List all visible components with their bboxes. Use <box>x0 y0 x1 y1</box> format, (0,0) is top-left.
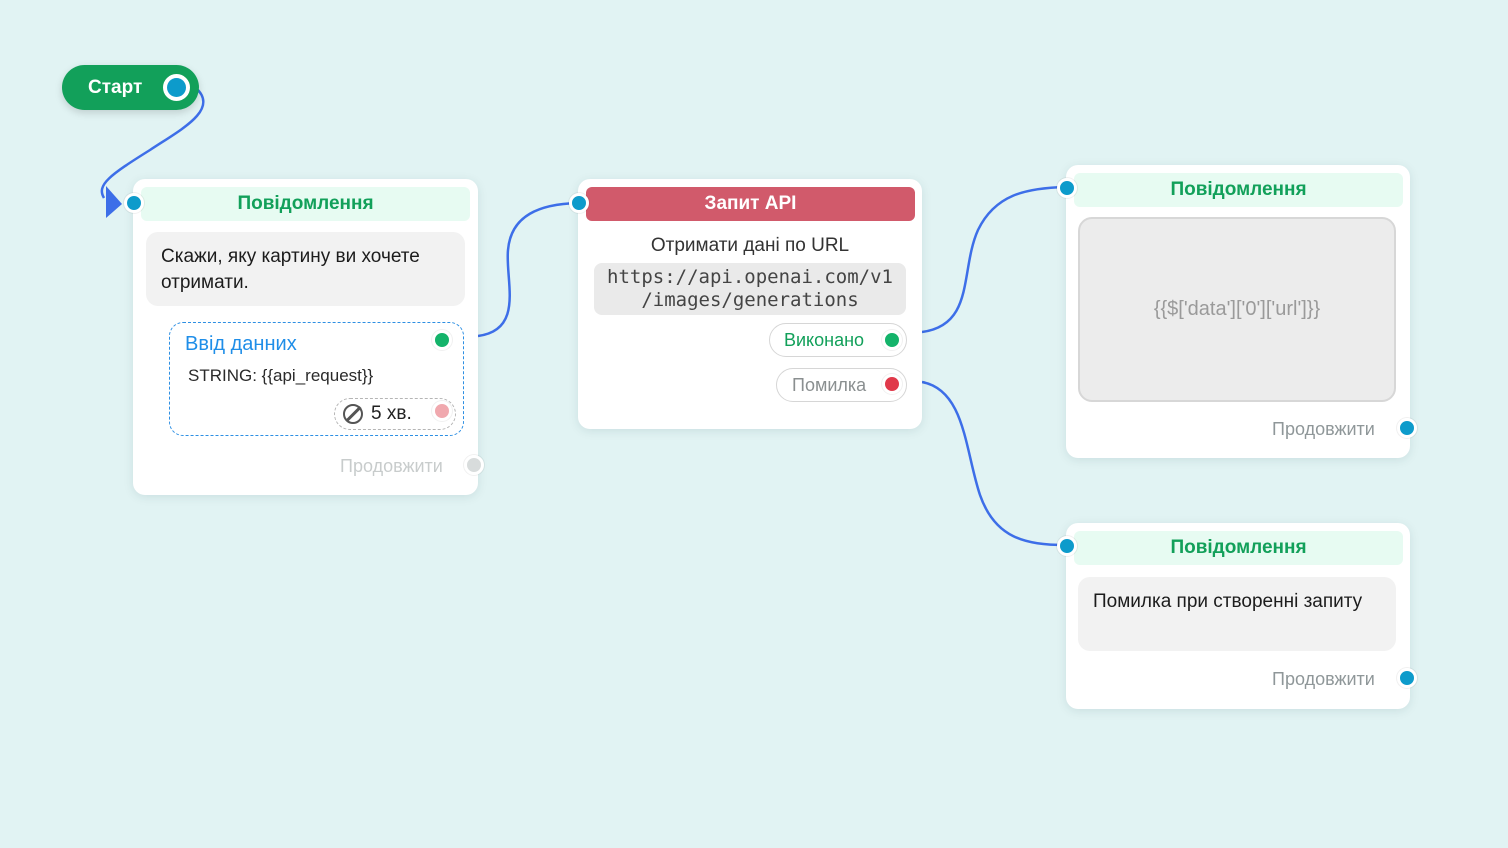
input-variable: STRING: {{api_request}} <box>188 366 374 385</box>
input-success-connector[interactable] <box>432 330 452 350</box>
timeout-value: 5 хв. <box>371 403 412 424</box>
continue-label: Продовжити <box>340 456 443 476</box>
start-label: Старт <box>88 76 143 98</box>
message-bubble: Скажи, яку картину ви хочете отримати. <box>146 232 465 306</box>
done-label: Виконано <box>784 329 865 350</box>
start-output-connector[interactable] <box>163 74 190 101</box>
continue-connector[interactable] <box>1397 668 1417 688</box>
wire-done-to-message2 <box>921 185 1067 334</box>
api-url-line2: /images/generations <box>641 289 859 311</box>
timeout-connector[interactable] <box>432 401 452 421</box>
no-entry-icon <box>343 404 363 424</box>
message-node-1-header: Повідомлення <box>141 187 470 221</box>
continue-connector[interactable] <box>1397 418 1417 438</box>
api-url-line1: https://api.openai.com/v1 <box>607 266 893 288</box>
message-node-3-header: Повідомлення <box>1074 531 1403 565</box>
input-block-title: Ввід данних <box>185 333 297 355</box>
done-connector[interactable] <box>882 330 902 350</box>
start-button[interactable]: Старт <box>62 65 199 110</box>
message-node-3-input-connector[interactable] <box>1057 536 1077 556</box>
api-request-node[interactable]: Запит API Отримати дані по URL https://a… <box>578 179 922 429</box>
api-node-input-connector[interactable] <box>569 193 589 213</box>
message-node-2-header: Повідомлення <box>1074 173 1403 207</box>
continue-label: Продовжити <box>1272 419 1375 439</box>
wire-input-to-api <box>477 201 579 338</box>
arrow-head-icon <box>106 186 122 218</box>
api-subtitle: Отримати дані по URL <box>650 235 850 256</box>
wire-error-to-message3 <box>921 380 1067 547</box>
media-placeholder: {{$['data']['0']['url']}} <box>1078 217 1396 402</box>
media-url-variable: {{$['data']['0']['url']}} <box>1153 298 1321 320</box>
error-label: Помилка <box>792 374 867 395</box>
error-connector[interactable] <box>882 374 902 394</box>
message-node-3[interactable]: Повідомлення Помилка при створенні запит… <box>1066 523 1417 709</box>
message-node-2-input-connector[interactable] <box>1057 178 1077 198</box>
api-node-header: Запит API <box>586 187 915 221</box>
continue-connector[interactable] <box>464 455 484 475</box>
message-node-1[interactable]: Повідомлення Скажи, яку картину ви хочет… <box>133 179 484 495</box>
message-node-1-input-connector[interactable] <box>124 193 144 213</box>
api-url: https://api.openai.com/v1 /images/genera… <box>594 263 906 315</box>
message-node-2[interactable]: Повідомлення {{$['data']['0']['url']}} П… <box>1066 165 1417 458</box>
message-bubble: Помилка при створенні запиту <box>1078 577 1396 651</box>
input-block[interactable]: Ввід данних STRING: {{api_request}} 5 хв… <box>169 322 464 436</box>
continue-label: Продовжити <box>1272 669 1375 689</box>
